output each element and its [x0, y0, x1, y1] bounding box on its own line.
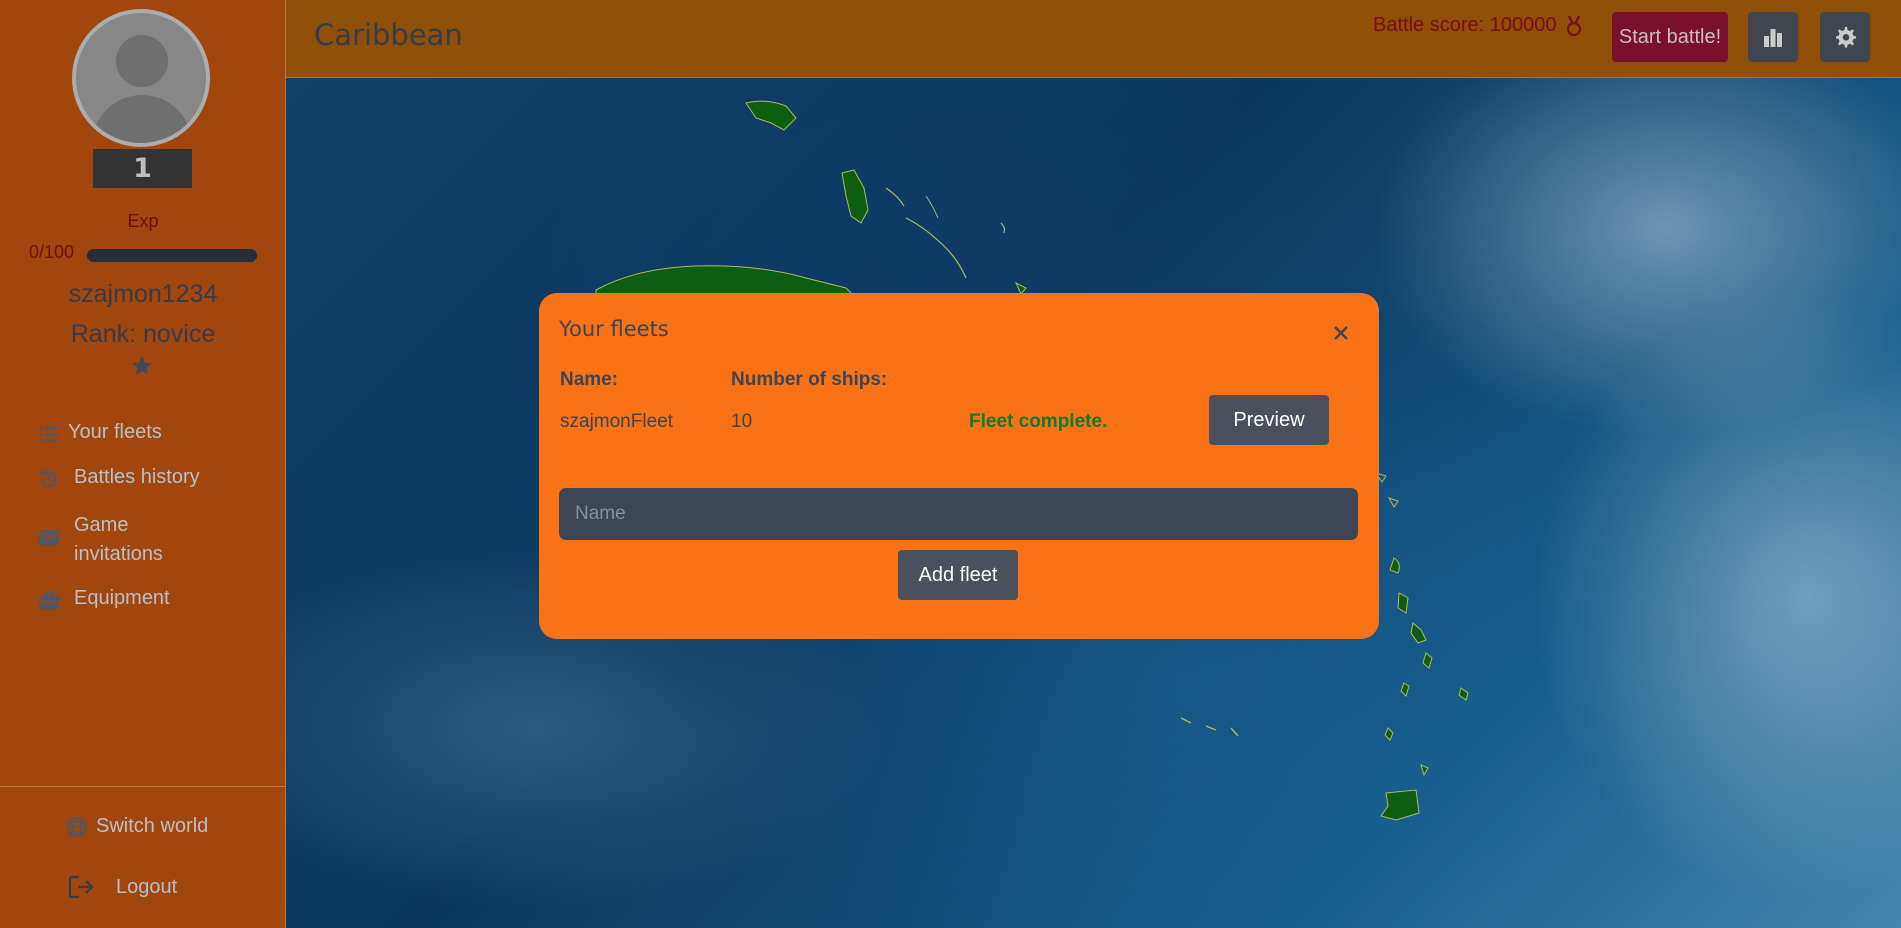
fleet-status: Fleet complete. [969, 411, 1108, 432]
fleets-modal: Your fleets Name: Number of ships: szajm… [539, 293, 1379, 639]
fleet-name-cell: szajmonFleet [560, 411, 673, 432]
add-fleet-button[interactable]: Add fleet [898, 550, 1018, 600]
close-icon[interactable] [1329, 321, 1353, 345]
modal-title: Your fleets [559, 317, 669, 341]
preview-button[interactable]: Preview [1209, 395, 1329, 445]
column-header-name: Name: [560, 369, 619, 390]
fleet-ships-cell: 10 [731, 411, 753, 432]
fleet-name-input[interactable] [559, 488, 1358, 540]
column-header-ships: Number of ships: [731, 369, 888, 390]
